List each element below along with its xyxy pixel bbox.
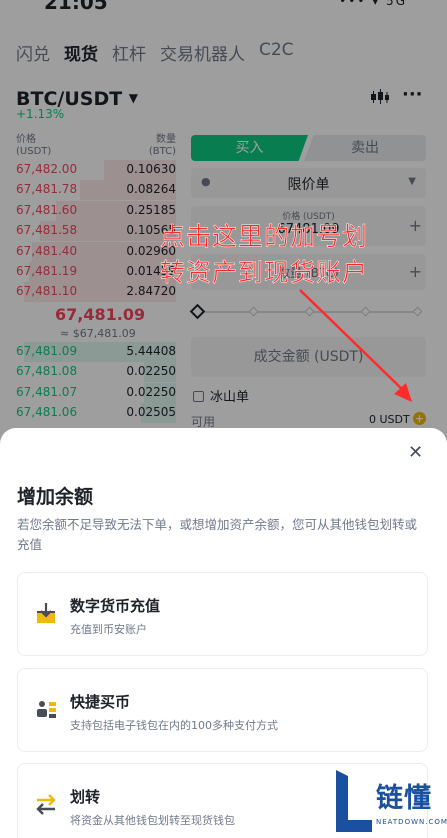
close-icon[interactable]: ✕ bbox=[408, 442, 423, 463]
option-quick-buy[interactable]: 快捷买币 支持包括电子钱包在内的100多种支付方式 bbox=[17, 668, 428, 752]
deposit-icon bbox=[37, 603, 55, 623]
option-title: 数字货币充值 bbox=[70, 597, 161, 615]
buy-crypto-icon bbox=[37, 701, 56, 718]
transfer-icon bbox=[36, 794, 56, 815]
watermark-text: 链懂 bbox=[376, 783, 432, 814]
option-title: 快捷买币 bbox=[70, 693, 131, 711]
option-subtitle: 将资金从其他钱包划转至现货钱包 bbox=[70, 814, 235, 827]
sheet-title: 增加余额 bbox=[17, 486, 94, 508]
option-deposit-crypto[interactable]: 数字货币充值 充值到币安账户 bbox=[17, 572, 428, 656]
watermark-subtext: NEATDOWN.COM bbox=[376, 818, 447, 826]
sheet-description: 若您余额不足导致无法下单，或想增加资产余额，您可从其他钱包划转或充值 bbox=[17, 517, 418, 552]
option-subtitle: 支持包括电子钱包在内的100多种支付方式 bbox=[70, 719, 278, 732]
option-title: 划转 bbox=[70, 788, 101, 806]
watermark-logo-icon bbox=[336, 770, 372, 832]
option-subtitle: 充值到币安账户 bbox=[70, 623, 147, 636]
